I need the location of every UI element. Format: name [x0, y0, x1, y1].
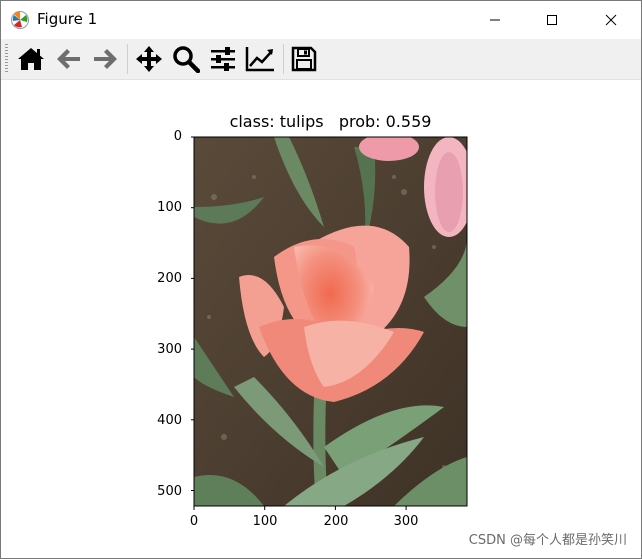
move-icon	[136, 46, 162, 72]
figure-window: Figure 1 class: tulips prob: 0.559 0 100…	[0, 0, 642, 559]
x-tick-label: 0	[189, 514, 199, 529]
arrow-left-icon	[57, 49, 80, 69]
y-tick-label: 400	[157, 413, 182, 428]
magnifier-icon	[173, 46, 200, 73]
y-tick-label: 200	[157, 271, 182, 286]
maximize-button[interactable]	[529, 1, 575, 39]
toolbar-separator	[127, 44, 128, 74]
floppy-disk-icon	[291, 46, 317, 72]
configure-subplots-button[interactable]	[207, 43, 239, 75]
watermark-text: CSDN @每个人都是孙笑川	[468, 533, 627, 548]
back-button[interactable]	[53, 43, 85, 75]
toolbar-separator	[283, 44, 284, 74]
navigation-toolbar	[1, 39, 641, 80]
home-icon	[18, 48, 44, 70]
plot-title: class: tulips prob: 0.559	[229, 112, 432, 131]
arrow-right-icon	[94, 49, 117, 69]
toolbar-grip	[5, 44, 8, 74]
forward-button[interactable]	[89, 43, 121, 75]
title-bar: Figure 1	[1, 1, 641, 39]
minimize-button[interactable]	[472, 1, 518, 39]
window-title: Figure 1	[37, 10, 98, 28]
sliders-icon	[211, 47, 235, 71]
minimize-icon	[490, 19, 500, 21]
line-chart-icon	[245, 47, 274, 72]
close-icon	[605, 14, 617, 26]
close-button[interactable]	[588, 1, 634, 39]
y-tick-label: 100	[157, 200, 182, 215]
maximize-icon	[547, 15, 557, 25]
axes-frame	[191, 136, 468, 510]
y-tick-label: 500	[157, 484, 182, 499]
y-tick-label: 300	[157, 342, 182, 357]
save-button[interactable]	[288, 43, 320, 75]
zoom-button[interactable]	[170, 43, 202, 75]
x-tick-label: 300	[393, 514, 419, 529]
figure-canvas[interactable]: class: tulips prob: 0.559 0 100 200 300 …	[1, 80, 641, 558]
x-tick-label: 200	[323, 514, 349, 529]
home-button[interactable]	[15, 43, 47, 75]
pan-button[interactable]	[133, 43, 165, 75]
matplotlib-logo-icon	[11, 11, 29, 29]
y-tick-label: 0	[173, 129, 182, 144]
edit-axis-button[interactable]	[244, 43, 276, 75]
x-tick-label: 100	[252, 514, 278, 529]
